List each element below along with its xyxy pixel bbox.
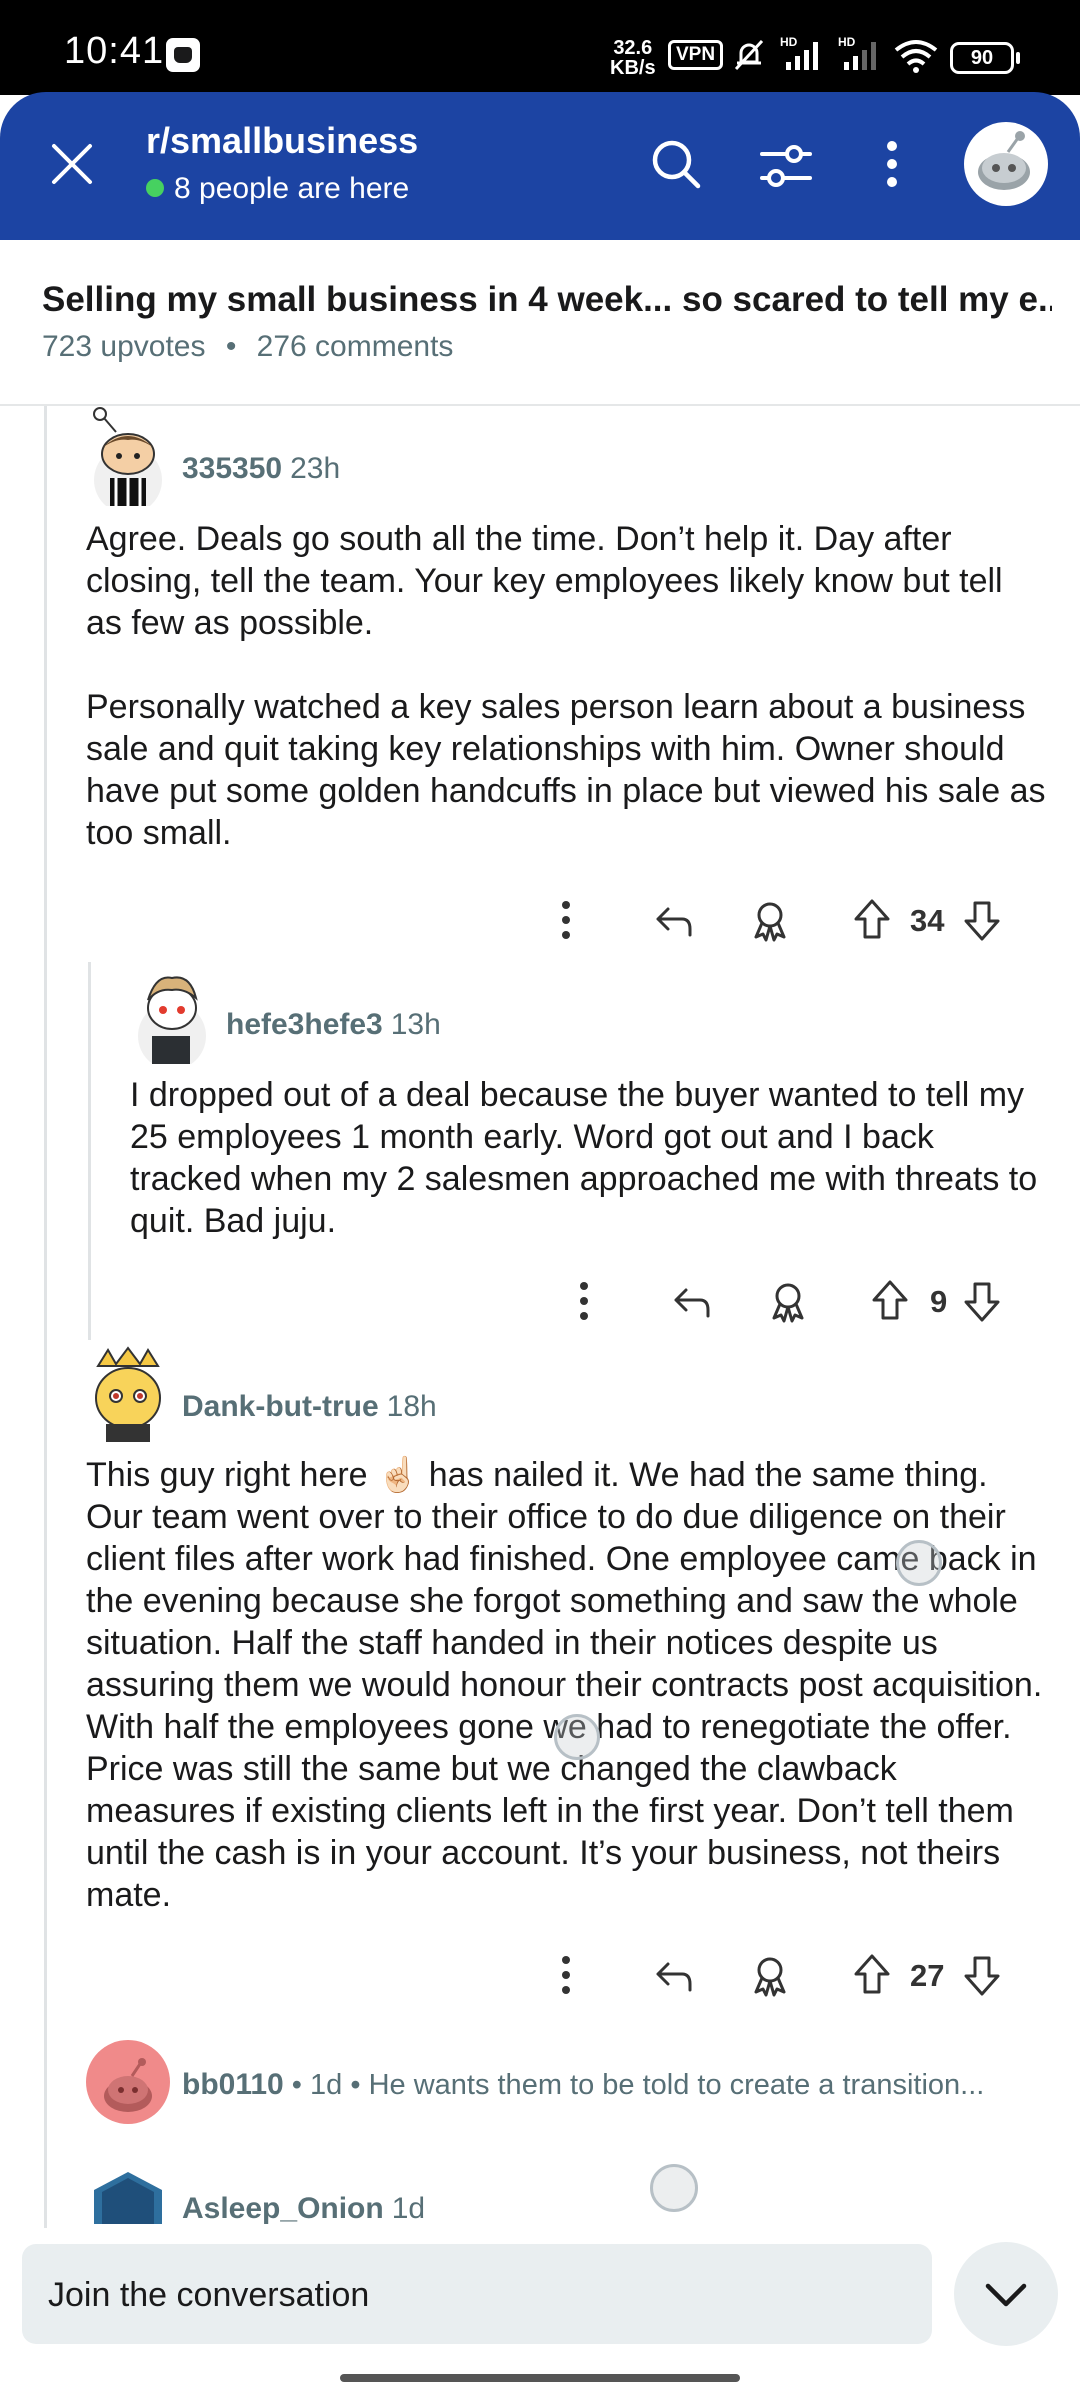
- avatar[interactable]: [94, 2172, 162, 2224]
- touch-indicator: [896, 1540, 942, 1586]
- app-notification-icon: [166, 38, 200, 72]
- vpn-badge: VPN: [668, 40, 724, 70]
- upvote-icon[interactable]: [852, 1950, 892, 2000]
- meta-separator: •: [225, 330, 237, 363]
- comment-body: This guy right here ☝🏻 has nailed it. We…: [86, 1454, 1046, 1916]
- battery-indicator: 90: [950, 42, 1020, 74]
- upvote-icon[interactable]: [870, 1276, 910, 1326]
- comment-paragraph: Personally watched a key sales person le…: [86, 688, 1046, 852]
- network-speed-unit: KB/s: [610, 57, 656, 79]
- award-icon[interactable]: [748, 1950, 792, 2000]
- meta-separator: •: [350, 2069, 361, 2101]
- reply-icon[interactable]: [670, 1276, 714, 1326]
- filter-icon[interactable]: [758, 140, 814, 192]
- vote-count: 27: [910, 1958, 945, 1993]
- meta-separator: •: [291, 2069, 302, 2101]
- touch-indicator: [554, 1714, 600, 1760]
- chevron-down-icon: [985, 2283, 1027, 2307]
- bell-muted-icon: [734, 39, 764, 71]
- avatar[interactable]: [86, 2040, 170, 2124]
- comment-time: 1d: [310, 2069, 343, 2101]
- more-options-icon[interactable]: [556, 1950, 576, 2000]
- reply-icon[interactable]: [652, 1950, 696, 2000]
- comment-time: 1d: [391, 2192, 426, 2225]
- thread-line: [44, 406, 47, 2236]
- search-icon[interactable]: [648, 136, 704, 192]
- avatar[interactable]: [88, 1346, 168, 1442]
- award-icon[interactable]: [766, 1276, 810, 1326]
- avatar[interactable]: [88, 406, 168, 506]
- comment-paragraph: This guy right here ☝🏻 has nailed it. We…: [86, 1456, 1043, 1914]
- comment-author[interactable]: hefe3hefe3: [226, 1008, 383, 1041]
- online-dot: [146, 179, 164, 197]
- post-title[interactable]: Selling my small business in 4 week... s…: [42, 280, 1052, 320]
- upvote-icon[interactable]: [852, 895, 892, 945]
- wifi-icon: [894, 40, 938, 73]
- touch-indicator: [650, 2164, 698, 2212]
- downvote-icon[interactable]: [962, 895, 1002, 945]
- comment-actions: 34: [540, 895, 1020, 945]
- thread-line-nested: [88, 962, 91, 1340]
- comment-author[interactable]: Asleep_Onion: [182, 2192, 384, 2225]
- comment-time: 18h: [386, 1390, 437, 1423]
- comment-header: 335350 23h: [182, 452, 340, 486]
- next-comment-button[interactable]: [954, 2242, 1058, 2346]
- comment-author[interactable]: bb0110: [182, 2068, 284, 2101]
- comment-actions: 27: [540, 1950, 1020, 2000]
- signal-hd-label: HD: [780, 35, 798, 49]
- downvote-icon[interactable]: [962, 1276, 1002, 1326]
- vote-count: 34: [910, 903, 945, 938]
- reply-icon[interactable]: [652, 895, 696, 945]
- network-speed-value: 32.6: [613, 37, 653, 59]
- home-indicator[interactable]: [340, 2374, 740, 2382]
- comment-actions: 9: [570, 1276, 1030, 1326]
- network-speed: 32.6 KB/s: [610, 38, 656, 78]
- status-time: 10:41: [64, 30, 165, 72]
- comment-author[interactable]: Dank-but-true: [182, 1390, 379, 1423]
- award-icon[interactable]: [748, 895, 792, 945]
- comment-header: Asleep_Onion 1d: [182, 2192, 425, 2226]
- comment-header: hefe3hefe3 13h: [226, 1008, 441, 1042]
- more-options-icon[interactable]: [874, 136, 910, 192]
- post-comment-count: 276 comments: [256, 330, 454, 363]
- comment-author[interactable]: 335350: [182, 452, 282, 485]
- comment-body: I dropped out of a deal because the buye…: [130, 1074, 1042, 1242]
- close-icon[interactable]: [48, 140, 96, 188]
- online-count: 8 people are here: [174, 172, 410, 205]
- subreddit-header: [0, 92, 1080, 240]
- downvote-icon[interactable]: [962, 1950, 1002, 2000]
- collapsed-comment[interactable]: bb0110 • 1d • He wants them to be told t…: [182, 2068, 1042, 2102]
- comment-time: 13h: [390, 1008, 441, 1041]
- signal2-hd-label: HD: [838, 35, 856, 49]
- more-options-icon[interactable]: [574, 1276, 594, 1326]
- subreddit-name[interactable]: r/smallbusiness: [146, 120, 418, 162]
- post-upvotes: 723 upvotes: [42, 330, 206, 363]
- comment-header: Dank-but-true 18h: [182, 1390, 437, 1424]
- join-conversation-placeholder: Join the conversation: [48, 2276, 370, 2314]
- online-indicator: 8 people are here: [146, 172, 409, 206]
- avatar[interactable]: [132, 964, 210, 1064]
- signal-icon-2: HD: [838, 35, 876, 70]
- vote-count: 9: [930, 1284, 948, 1319]
- user-avatar[interactable]: [964, 122, 1048, 206]
- comment-body: Agree. Deals go south all the time. Don’…: [86, 518, 1046, 854]
- comment-preview: He wants them to be told to create a tra…: [368, 2069, 985, 2101]
- post-meta: 723 upvotes • 276 comments: [42, 330, 453, 364]
- comment-paragraph: I dropped out of a deal because the buye…: [130, 1076, 1038, 1240]
- more-options-icon[interactable]: [556, 895, 576, 945]
- comment-time: 23h: [290, 452, 341, 485]
- comment-paragraph: Agree. Deals go south all the time. Don’…: [86, 520, 1003, 642]
- signal-icon: HD: [780, 35, 818, 70]
